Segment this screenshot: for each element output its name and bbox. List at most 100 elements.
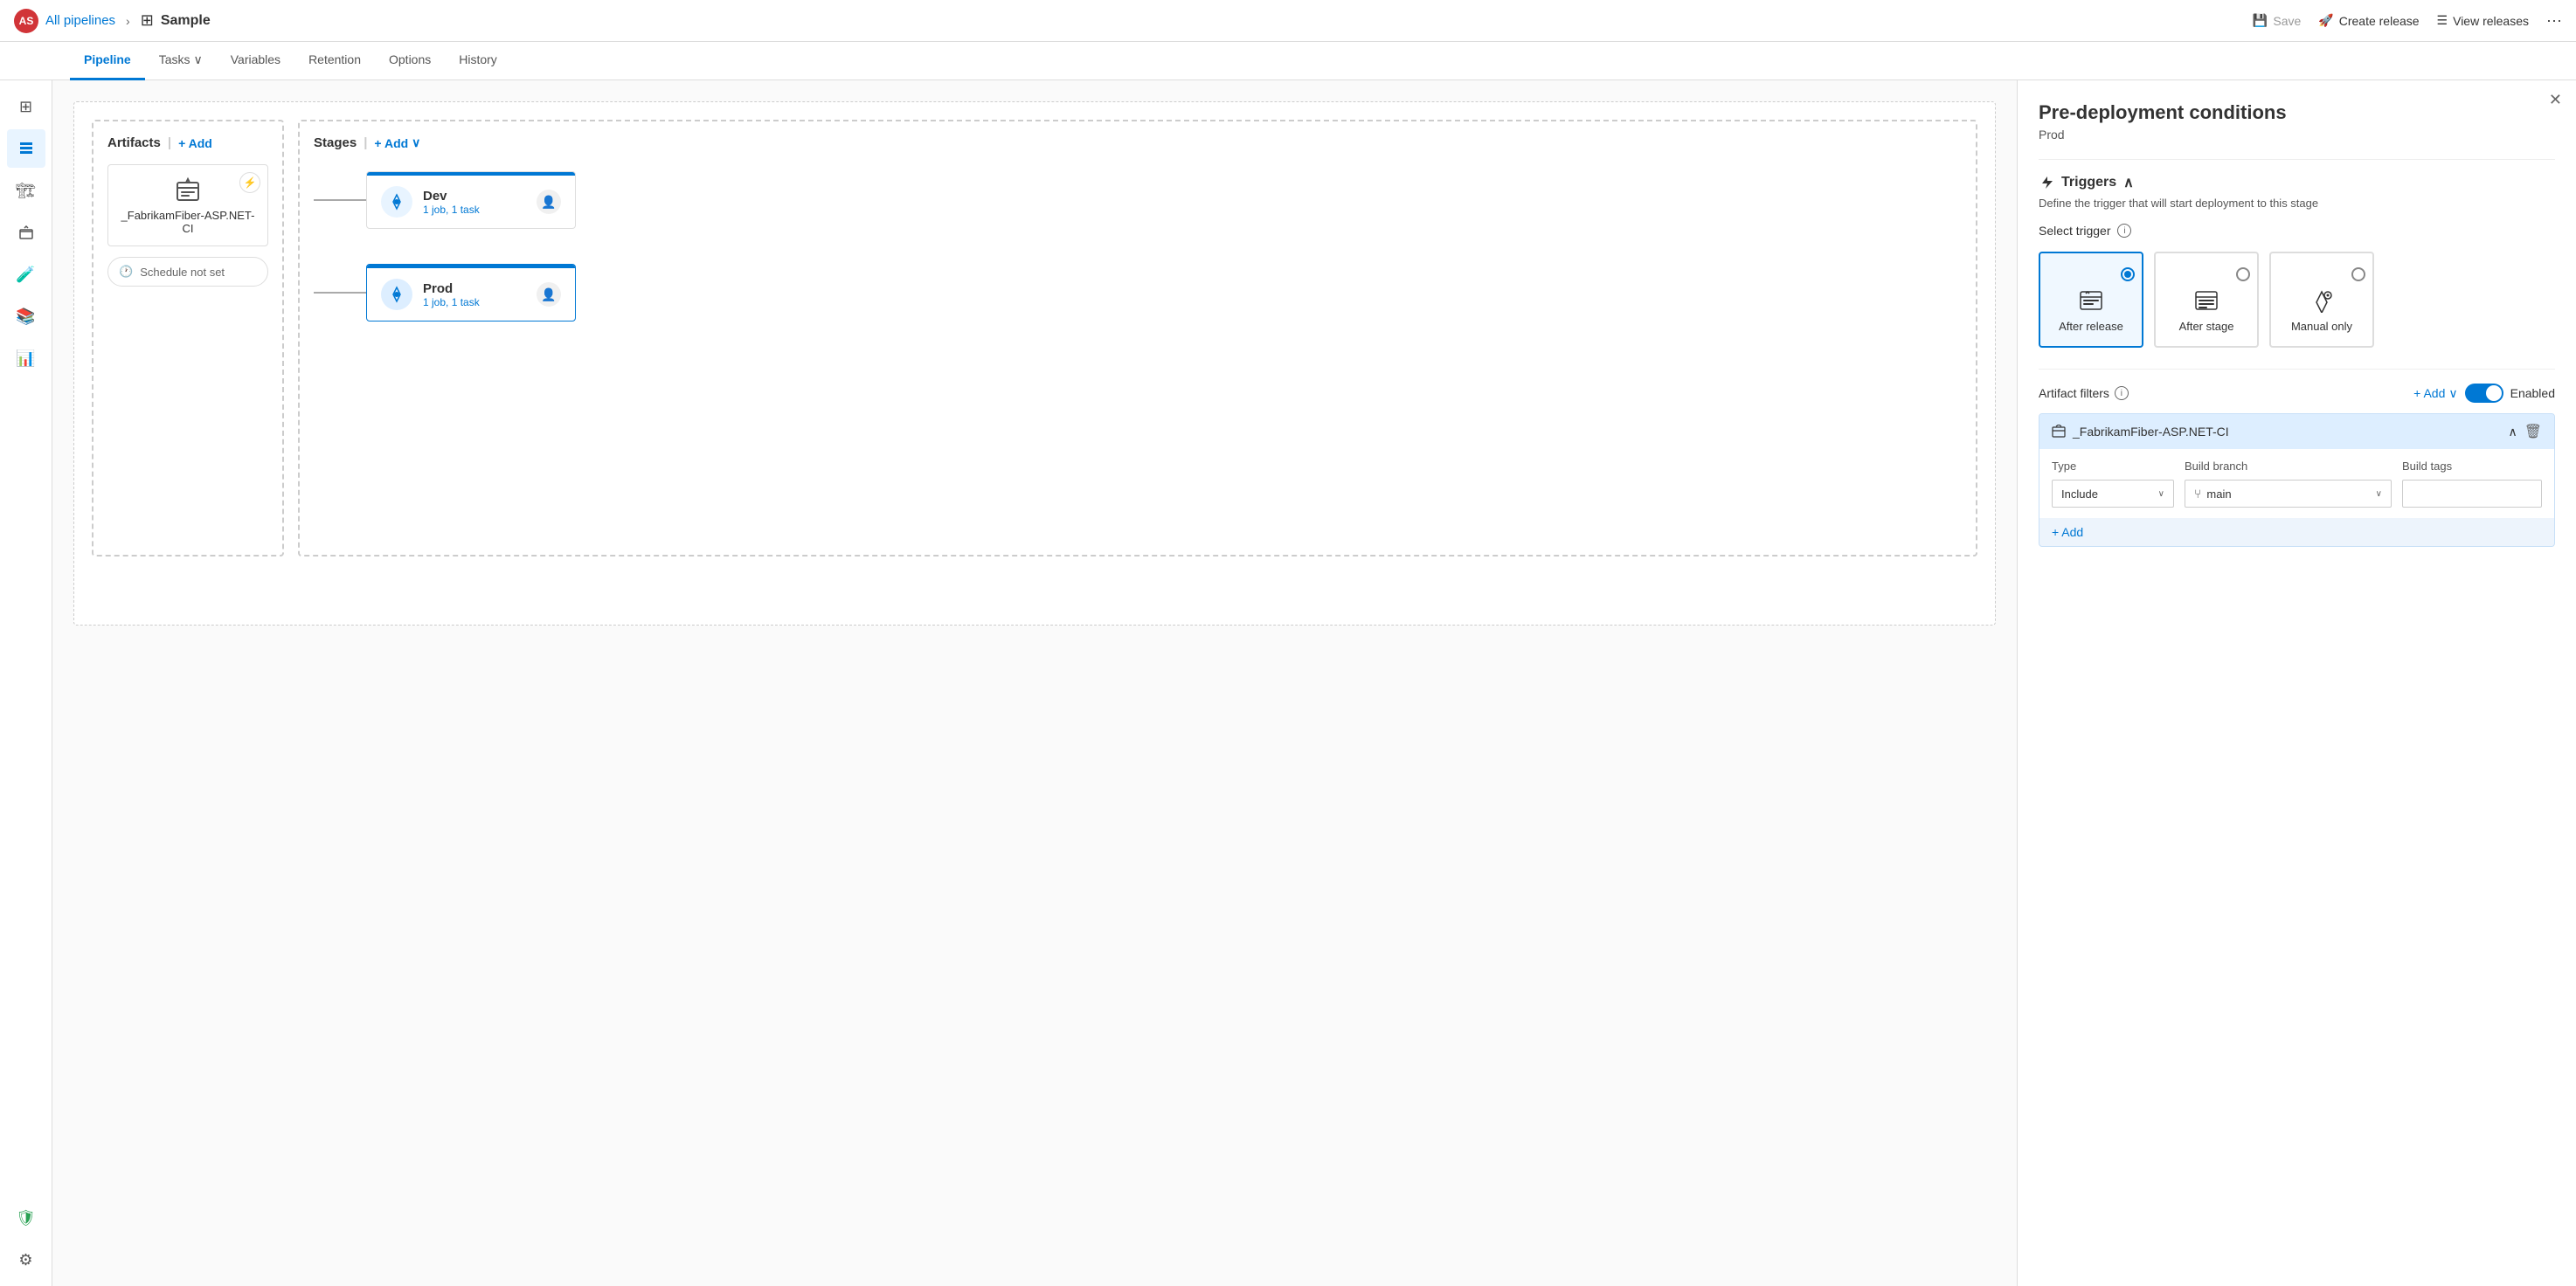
sidebar-item-settings[interactable]: ⚙ [7, 1241, 45, 1279]
stage-connector-prod [314, 292, 366, 294]
trigger-after-stage[interactable]: After stage [2154, 252, 2259, 348]
sections-row: Artifacts | + Add ⚡ _Fabrikam [92, 120, 1977, 557]
view-releases-button[interactable]: ☰ View releases [2437, 13, 2529, 28]
select-trigger-label: Select trigger [2039, 224, 2110, 238]
artifact-build-icon [174, 176, 202, 204]
after-stage-label: After stage [2179, 320, 2234, 333]
tasks-chevron-icon: ∨ [193, 52, 202, 67]
sidebar-item-overview[interactable]: ⊞ [7, 87, 45, 126]
dev-stage-approver[interactable]: 👤 [537, 190, 561, 214]
tab-retention[interactable]: Retention [294, 42, 375, 80]
main-layout: ⊞ 🏗 🧪 📚 📊 🛡 ⚙ Artifacts | + Add [0, 80, 2576, 1286]
dev-stage-icon [381, 186, 412, 218]
pipeline-name: Sample [161, 13, 211, 29]
filter-card-chevron-icon[interactable]: ∧ [2508, 425, 2517, 439]
artifacts-add-button[interactable]: + Add [178, 136, 212, 150]
dev-stage-card[interactable]: Dev 1 job, 1 task 👤 [366, 171, 576, 229]
create-release-button[interactable]: 🚀 Create release [2318, 13, 2419, 28]
stages-add-button[interactable]: + Add ∨ [374, 135, 420, 150]
panel-close-button[interactable]: ✕ [2549, 91, 2562, 109]
pipeline-container: Artifacts | + Add ⚡ _Fabrikam [73, 101, 1996, 626]
artifact-card[interactable]: ⚡ _FabrikamFiber-ASP.NET-CI [107, 164, 268, 246]
branch-value: main [2206, 487, 2231, 501]
topbar-left: AS All pipelines › ⊞ Sample [14, 9, 2253, 33]
pipeline-icon: ⊞ [141, 11, 154, 30]
sidebar-item-wiki[interactable]: 📚 [7, 297, 45, 335]
prod-stage-row: Prod 1 job, 1 task 👤 [314, 264, 576, 322]
prod-stage-approver[interactable]: 👤 [537, 282, 561, 307]
left-sidebar: ⊞ 🏗 🧪 📚 📊 🛡 ⚙ [0, 80, 52, 1286]
select-trigger-info-icon[interactable]: i [2117, 224, 2131, 238]
trigger-after-stage-radio[interactable] [2236, 267, 2250, 281]
branch-select: ⑂ main ∨ [2185, 480, 2392, 508]
artifact-name: _FabrikamFiber-ASP.NET-CI [119, 209, 257, 235]
prod-stage-card[interactable]: Prod 1 job, 1 task 👤 [366, 264, 576, 322]
artifact-filters-info-icon[interactable]: i [2115, 386, 2129, 400]
schedule-card[interactable]: 🕐 Schedule not set [107, 257, 268, 287]
topbar-actions: 💾 Save 🚀 Create release ☰ View releases … [2253, 11, 2562, 30]
dev-stage-info: Dev 1 job, 1 task [423, 189, 526, 216]
tags-input[interactable] [2402, 480, 2542, 508]
artifact-lightning-icon[interactable]: ⚡ [239, 172, 260, 193]
schedule-icon: 🕐 [119, 265, 133, 279]
stages-section: Stages | + Add ∨ [298, 120, 1977, 557]
type-select: Include ∨ [2052, 480, 2174, 508]
add-filter-row-button[interactable]: + Add [2039, 518, 2554, 546]
artifact-filters-row: Artifact filters i + Add ∨ Enabled [2039, 384, 2555, 403]
all-pipelines-link[interactable]: All pipelines [45, 13, 115, 28]
filter-card-title: _FabrikamFiber-ASP.NET-CI [2073, 425, 2501, 439]
branch-column-header: Build branch [2185, 460, 2392, 473]
triggers-label: Triggers [2061, 175, 2116, 190]
save-button[interactable]: 💾 Save [2253, 13, 2301, 28]
type-select-box[interactable]: Include ∨ [2052, 480, 2174, 508]
branch-select-box[interactable]: ⑂ main ∨ [2185, 480, 2392, 508]
create-release-icon: 🚀 [2318, 13, 2333, 28]
trigger-manual-only[interactable]: Manual only [2269, 252, 2374, 348]
tab-tasks[interactable]: Tasks ∨ [145, 42, 217, 80]
filter-table: Type Build branch Build tags Include ∨ [2039, 449, 2554, 518]
tab-variables[interactable]: Variables [217, 42, 294, 80]
trigger-after-release[interactable]: After release [2039, 252, 2143, 348]
artifact-filters-add-button[interactable]: + Add ∨ [2413, 386, 2457, 401]
triggers-desc: Define the trigger that will start deplo… [2039, 197, 2555, 210]
branch-icon: ⑂ [2194, 487, 2201, 501]
trigger-manual-only-radio[interactable] [2351, 267, 2365, 281]
artifact-filters-toggle[interactable] [2465, 384, 2503, 403]
more-actions-button[interactable]: ··· [2546, 11, 2562, 30]
sidebar-item-artifacts[interactable] [7, 213, 45, 252]
type-select-chevron-icon: ∨ [2158, 489, 2164, 499]
sidebar-item-reports[interactable]: 📊 [7, 339, 45, 377]
artifacts-header: Artifacts | + Add [107, 135, 268, 150]
schedule-label: Schedule not set [140, 266, 225, 279]
sidebar-item-deployments[interactable]: 🏗 [7, 171, 45, 210]
breadcrumb-chevron: › [126, 14, 130, 28]
view-releases-icon: ☰ [2437, 13, 2448, 28]
sidebar-item-security[interactable]: 🛡 [7, 1199, 45, 1237]
tab-options[interactable]: Options [375, 42, 445, 80]
artifacts-label: Artifacts [107, 135, 161, 150]
prod-stage-meta: 1 job, 1 task [423, 296, 526, 308]
panel-body: Pre-deployment conditions Prod Triggers … [2018, 80, 2576, 578]
sidebar-item-test-plans[interactable]: 🧪 [7, 255, 45, 294]
filter-card-delete-button[interactable]: 🗑 [2524, 423, 2542, 440]
stages-add-chevron-icon: ∨ [412, 135, 420, 150]
after-release-icon [2079, 288, 2103, 313]
after-stage-icon [2194, 288, 2219, 313]
type-column-header: Type [2052, 460, 2174, 473]
triggers-chevron-icon[interactable]: ∧ [2123, 174, 2134, 191]
tab-history[interactable]: History [445, 42, 511, 80]
filter-card-header: _FabrikamFiber-ASP.NET-CI ∧ 🗑 [2039, 414, 2554, 449]
panel-subtitle: Prod [2039, 128, 2555, 142]
tab-pipeline[interactable]: Pipeline [70, 42, 145, 80]
avatar: AS [14, 9, 38, 33]
artifacts-section: Artifacts | + Add ⚡ _Fabrikam [92, 120, 284, 557]
pipeline-canvas: Artifacts | + Add ⚡ _Fabrikam [52, 80, 2017, 1286]
prod-stage-body: Prod 1 job, 1 task 👤 [367, 268, 575, 321]
artifacts-icon [18, 225, 34, 240]
create-release-label: Create release [2339, 14, 2420, 28]
prod-stage-info: Prod 1 job, 1 task [423, 281, 526, 308]
sidebar-item-pipelines[interactable] [7, 129, 45, 168]
filter-table-row: Include ∨ ⑂ main ∨ [2052, 480, 2542, 508]
trigger-after-release-radio[interactable] [2121, 267, 2135, 281]
after-release-label: After release [2059, 320, 2123, 333]
